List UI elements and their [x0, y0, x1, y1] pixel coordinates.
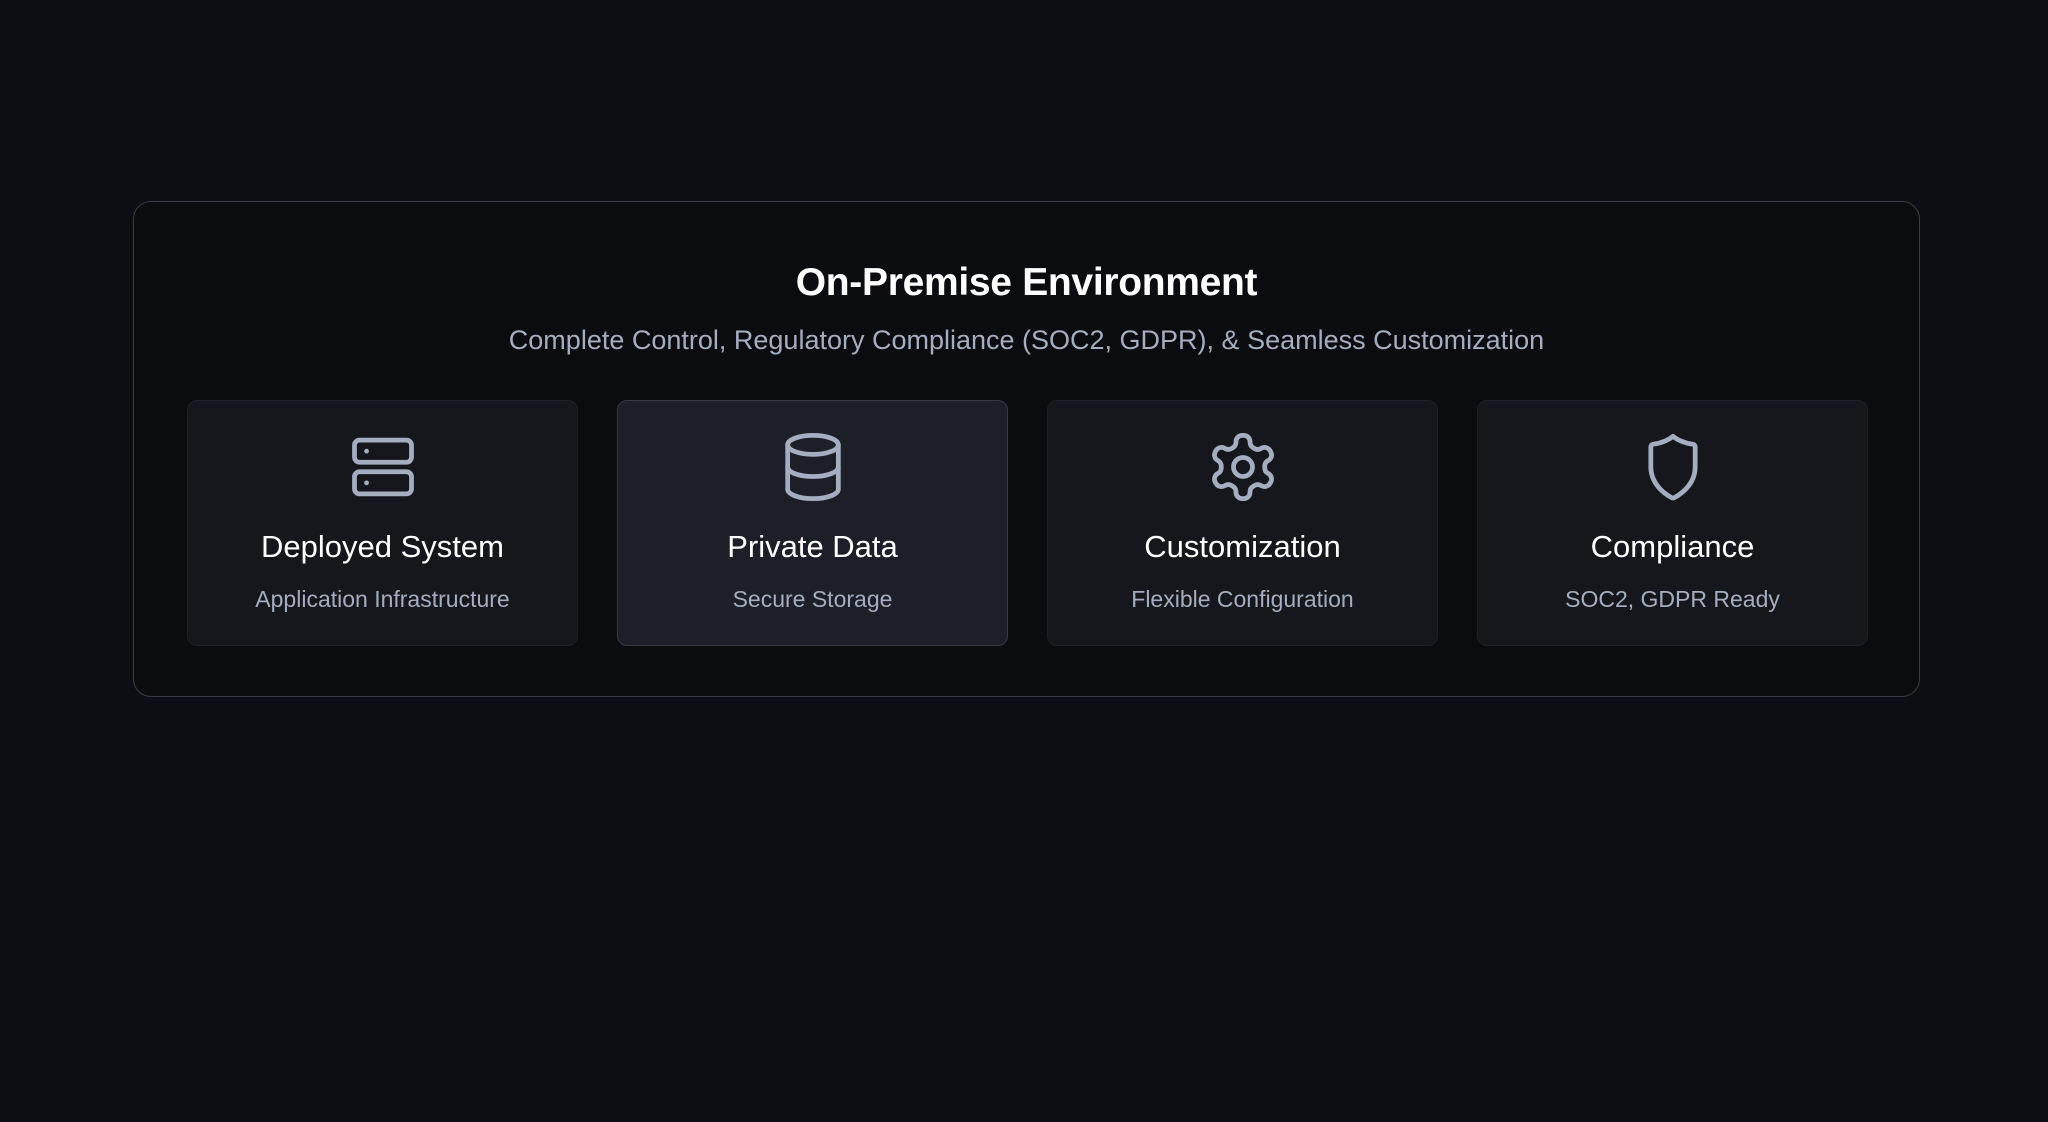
card-subtitle: Secure Storage — [732, 586, 893, 612]
card-subtitle: Application Infrastructure — [255, 586, 510, 612]
card-private-data[interactable]: Private Data Secure Storage — [617, 400, 1008, 646]
card-subtitle: SOC2, GDPR Ready — [1565, 586, 1780, 612]
gear-icon — [1205, 429, 1281, 505]
database-icon — [775, 429, 851, 505]
server-icon — [345, 429, 421, 505]
feature-cards: Deployed System Application Infrastructu… — [187, 400, 1868, 646]
on-premise-panel: On-Premise Environment Complete Control,… — [133, 201, 1920, 697]
card-title: Deployed System — [261, 529, 504, 564]
card-title: Private Data — [727, 529, 898, 564]
panel-title: On-Premise Environment — [795, 261, 1258, 304]
card-title: Customization — [1144, 529, 1341, 564]
card-customization[interactable]: Customization Flexible Configuration — [1047, 400, 1438, 646]
card-subtitle: Flexible Configuration — [1131, 586, 1354, 612]
shield-icon — [1635, 429, 1711, 505]
card-compliance[interactable]: Compliance SOC2, GDPR Ready — [1477, 400, 1868, 646]
card-deployed-system[interactable]: Deployed System Application Infrastructu… — [187, 400, 578, 646]
card-title: Compliance — [1590, 529, 1755, 564]
panel-subtitle: Complete Control, Regulatory Compliance … — [508, 325, 1545, 355]
